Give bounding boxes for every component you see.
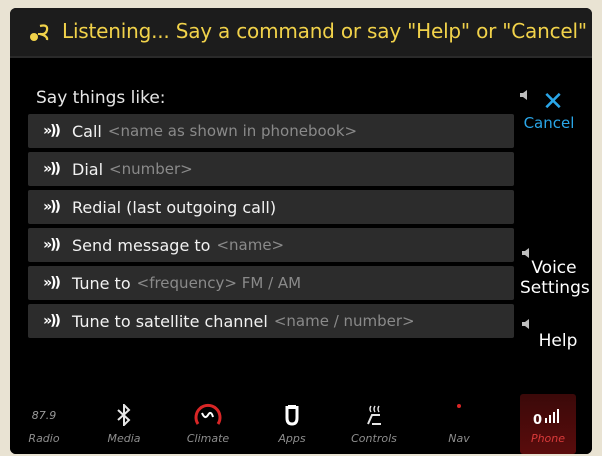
command-param: <number> [109, 160, 193, 178]
nav-navigation[interactable]: Nav [434, 394, 484, 454]
command-label: Call [72, 121, 102, 141]
nav-apps-label: Apps [278, 432, 306, 445]
speak-icon: »)) [43, 313, 61, 329]
command-param: <name / number> [273, 312, 415, 330]
voice-settings-label-line2: Settings [520, 278, 590, 298]
command-list: »)) Call <name as shown in phonebook> »)… [28, 114, 514, 342]
seat-heat-icon [367, 405, 381, 425]
nav-phone-label: Phone [530, 432, 566, 445]
nav-media-label: Media [107, 432, 141, 445]
nav-phone[interactable]: 0 Phone [520, 394, 576, 454]
nav-apps[interactable]: Apps [266, 394, 318, 454]
signal-strength-icon: 0 [533, 409, 559, 426]
close-icon: ✕ [542, 87, 564, 117]
nav-controls-label: Controls [351, 432, 397, 445]
speak-icon: »)) [43, 199, 61, 215]
speaker-icon [520, 90, 527, 100]
speak-icon: »)) [43, 237, 61, 253]
svg-text:0: 0 [533, 413, 542, 426]
command-param: <name> [216, 236, 285, 254]
command-label: Tune to satellite channel [72, 311, 268, 331]
cancel-label: Cancel [523, 114, 575, 132]
bluetooth-icon [117, 404, 131, 426]
command-label: Redial (last outgoing call) [72, 197, 277, 217]
uconnect-screen: Listening... Say a command or say "Help"… [10, 8, 592, 454]
help-button[interactable]: Help [522, 319, 586, 351]
voice-status-bar: Listening... Say a command or say "Help"… [10, 8, 592, 58]
voice-settings-button[interactable]: Voice Settings [520, 248, 590, 298]
voice-settings-label-line1: Voice [531, 258, 577, 278]
command-label: Tune to [72, 273, 131, 293]
command-item-tune-to[interactable]: »)) Tune to <frequency> FM / AM [28, 266, 514, 300]
command-label: Dial [72, 159, 104, 179]
nav-dot-icon [457, 404, 461, 408]
command-label: Send message to [72, 235, 211, 255]
nav-climate-label: Climate [186, 432, 230, 445]
command-item-tune-satellite[interactable]: »)) Tune to satellite channel <name / nu… [28, 304, 514, 338]
nav-climate[interactable]: Climate [178, 394, 238, 454]
nav-navigation-label: Nav [448, 432, 470, 445]
voice-recognition-icon [30, 24, 49, 41]
bottom-nav-bar: 87.9 Radio Media Climate Apps Controls N… [10, 394, 592, 454]
climate-icon [194, 403, 222, 425]
nav-radio[interactable]: 87.9 Radio [18, 394, 70, 454]
cancel-button[interactable]: ✕ Cancel [518, 87, 580, 132]
nav-media[interactable]: Media [98, 394, 150, 454]
speak-icon: »)) [43, 161, 61, 177]
nav-controls[interactable]: Controls [344, 394, 404, 454]
radio-frequency: 87.9 [31, 408, 57, 422]
apps-icon [285, 405, 299, 426]
command-item-call[interactable]: »)) Call <name as shown in phonebook> [28, 114, 514, 148]
help-label: Help [538, 331, 578, 351]
command-param: <name as shown in phonebook> [107, 122, 358, 140]
speaker-icon [522, 248, 529, 258]
speak-icon: »)) [43, 123, 61, 139]
listening-prompt: Listening... Say a command or say "Help"… [62, 19, 587, 43]
speaker-icon [522, 319, 529, 329]
command-item-redial[interactable]: »)) Redial (last outgoing call) [28, 190, 514, 224]
hint-heading: Say things like: [36, 88, 166, 108]
nav-radio-label: Radio [28, 432, 60, 445]
speak-icon: »)) [43, 275, 61, 291]
command-item-dial[interactable]: »)) Dial <number> [28, 152, 514, 186]
command-item-send-message[interactable]: »)) Send message to <name> [28, 228, 514, 262]
command-param: <frequency> FM / AM [136, 274, 302, 292]
